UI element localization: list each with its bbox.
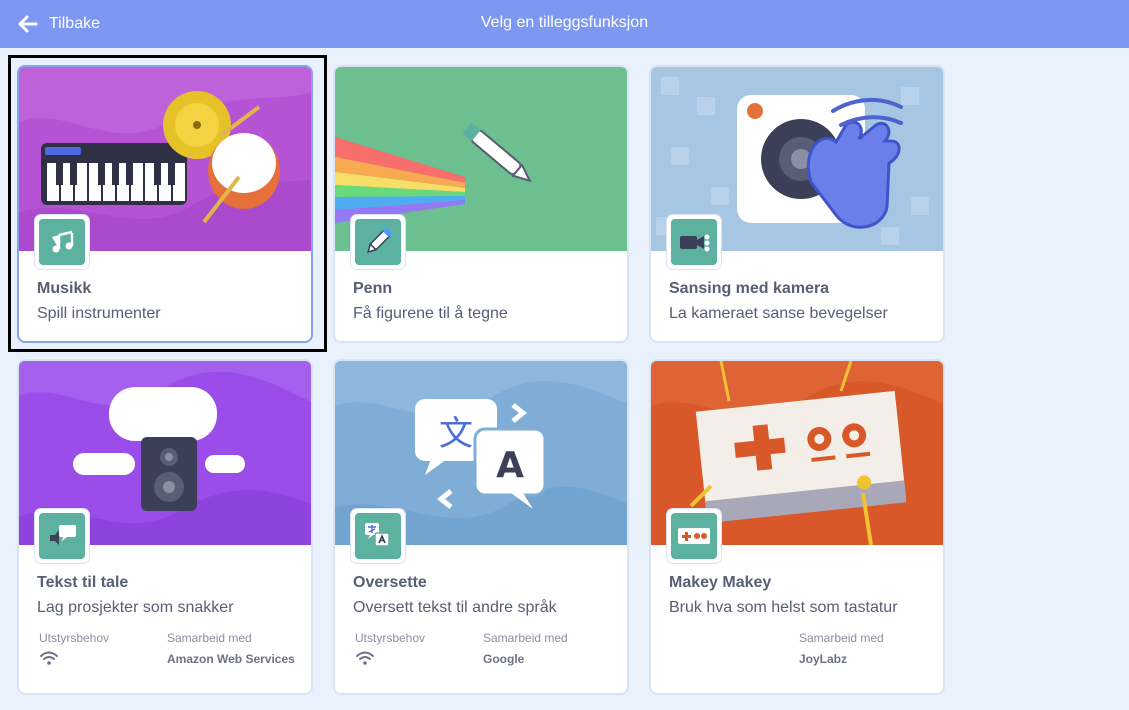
requirements-label: Utstyrsbehov	[355, 631, 426, 645]
page-title: Velg en tilleggsfunksjon	[480, 14, 649, 31]
collaboration-label: Samarbeid med	[799, 631, 884, 645]
extension-card-pen[interactable]: Penn Få figurene til å tegne	[333, 65, 629, 343]
translate-icon	[365, 523, 390, 547]
collaborator-name: JoyLabz	[799, 652, 848, 666]
card-description: Bruk hva som helst som tastatur	[669, 599, 898, 616]
card-description: Få figurene til å tegne	[353, 305, 508, 322]
card-title: Penn	[353, 280, 393, 297]
icon-frame	[351, 215, 405, 269]
card-description: Oversett tekst til andre språk	[353, 599, 557, 616]
extension-card-translate[interactable]: 文 A Oversette Oversett tekst til andre s…	[333, 359, 629, 695]
collaboration-label: Samarbeid med	[483, 631, 568, 645]
wifi-icon	[40, 651, 58, 665]
extension-card-text-to-speech[interactable]: Tekst til tale Lag prosjekter som snakke…	[17, 359, 313, 695]
requirements-label: Utstyrsbehov	[39, 631, 110, 645]
camera-icon	[680, 234, 710, 252]
icon-frame	[667, 215, 721, 269]
header-bar: Tilbake Velg en tilleggsfunksjon	[0, 0, 1129, 48]
card-title: Tekst til tale	[37, 574, 129, 591]
card-title: Musikk	[37, 280, 92, 297]
icon-frame	[35, 509, 89, 563]
makey-board-icon	[678, 528, 710, 544]
pen-icon	[367, 227, 393, 253]
translate-glyph-zh: 文	[439, 414, 473, 454]
translate-glyph-a: A	[496, 445, 524, 486]
extension-card-makey-makey[interactable]: Makey Makey Bruk hva som helst som tasta…	[649, 359, 945, 695]
card-title: Makey Makey	[669, 574, 772, 591]
card-title: Sansing med kamera	[669, 280, 830, 297]
card-description: La kameraet sanse bevegelser	[669, 305, 888, 322]
icon-frame	[351, 509, 405, 563]
collaborator-name: Google	[483, 652, 525, 666]
music-notes-icon	[52, 230, 74, 253]
collaborator-name: Amazon Web Services	[167, 652, 295, 666]
speaker-icon	[50, 525, 76, 545]
card-description: Lag prosjekter som snakker	[37, 599, 234, 616]
icon-frame	[35, 215, 89, 269]
card-description: Spill instrumenter	[37, 305, 161, 322]
card-title: Oversette	[353, 574, 427, 591]
collaboration-label: Samarbeid med	[167, 631, 252, 645]
extension-card-video-sensing[interactable]: Sansing med kamera La kameraet sanse bev…	[649, 65, 945, 343]
wifi-icon	[356, 651, 374, 665]
extension-card-music[interactable]: Musikk Spill instrumenter	[17, 65, 313, 343]
icon-frame	[667, 509, 721, 563]
